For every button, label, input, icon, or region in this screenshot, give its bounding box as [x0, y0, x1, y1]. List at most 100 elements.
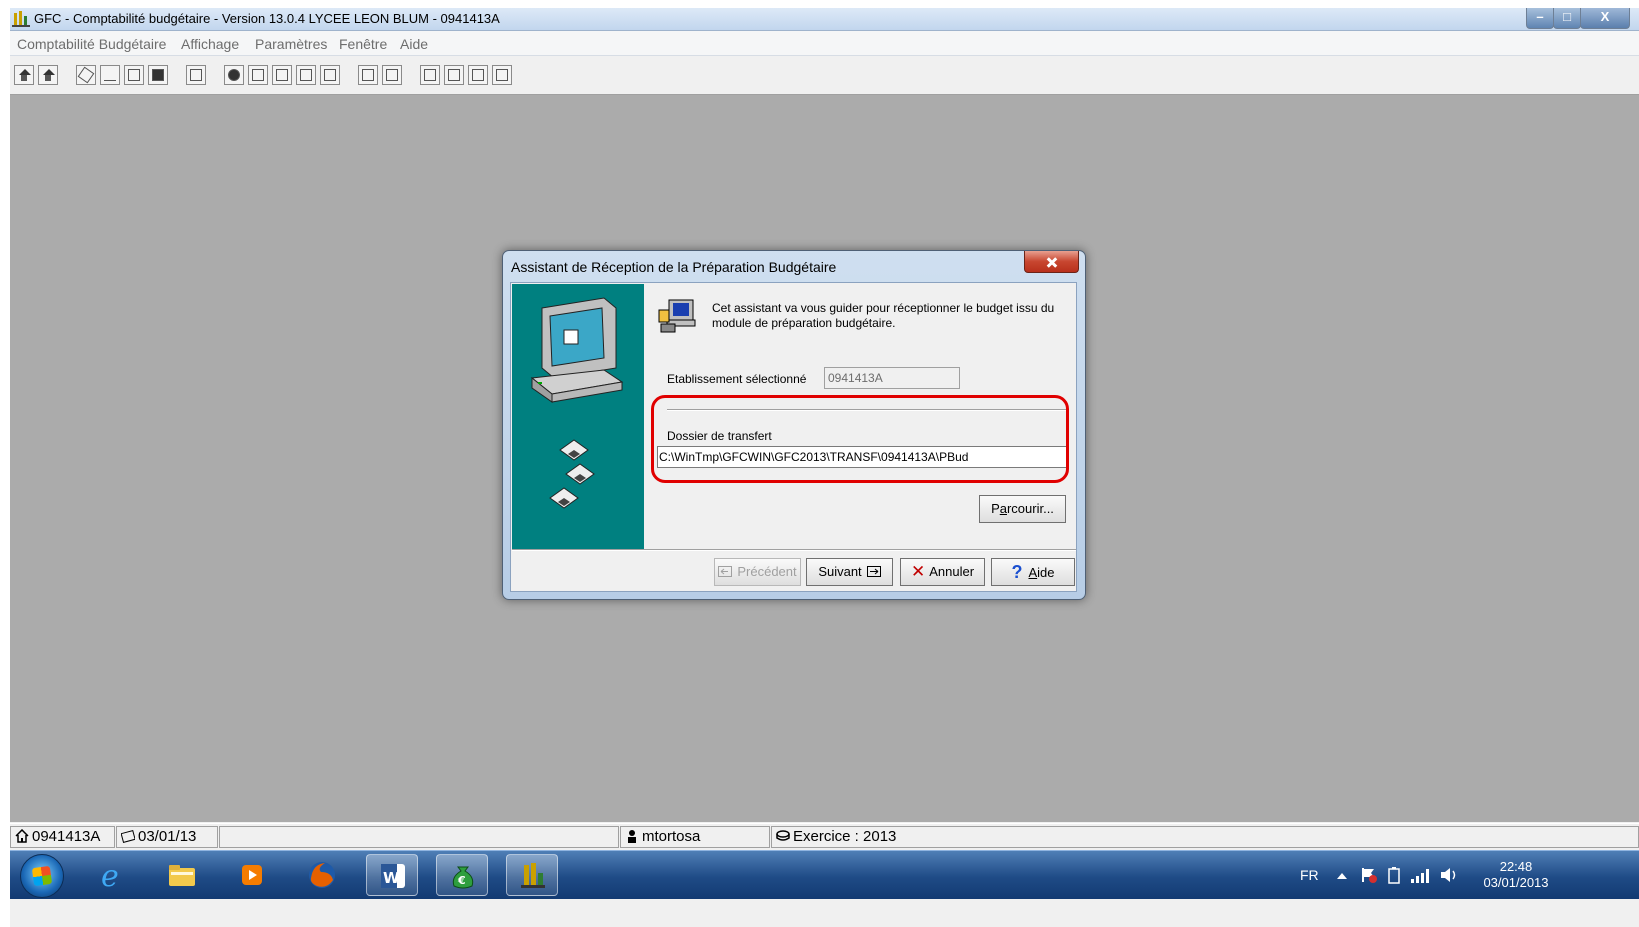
blank-icon[interactable]: [100, 65, 120, 85]
grid-icon-1[interactable]: [420, 65, 440, 85]
show-hidden-icons-icon[interactable]: [1337, 871, 1347, 879]
taskbar-finance[interactable]: €: [436, 854, 488, 896]
dialog-body: Cet assistant va vous guider pour récept…: [510, 282, 1077, 592]
menu-comptabilite[interactable]: Comptabilité Budgétaire: [17, 36, 166, 52]
status-exercice: Exercice : 2013: [771, 826, 1639, 848]
taskbar-gfc[interactable]: [506, 854, 558, 896]
word-icon: W: [381, 864, 405, 888]
form-icon-1[interactable]: [272, 65, 292, 85]
window-title: GFC - Comptabilité budgétaire - Version …: [34, 11, 500, 26]
taskbar-media[interactable]: [226, 854, 278, 896]
taskbar-ie[interactable]: e: [86, 854, 138, 896]
action-center-flag-icon[interactable]: [1360, 866, 1378, 884]
menu-parametres[interactable]: Paramètres: [255, 36, 327, 52]
suivant-label: Suivant: [818, 564, 862, 579]
taskbar-firefox[interactable]: [296, 854, 348, 896]
clock-date: 03/01/2013: [1483, 875, 1549, 890]
coin-stack-icon: [776, 830, 790, 841]
wizard-side-panel: [512, 284, 644, 549]
doc-icon-2[interactable]: [382, 65, 402, 85]
svg-text:€: €: [457, 874, 466, 887]
form-icon-2[interactable]: [296, 65, 316, 85]
status-empty: [219, 826, 619, 848]
floppy-disks-icon: [549, 439, 595, 509]
parcourir-label-b: a: [999, 501, 1007, 516]
book-icon[interactable]: [148, 65, 168, 85]
language-indicator[interactable]: FR: [1300, 851, 1319, 899]
dialog-title: Assistant de Réception de la Préparation…: [511, 259, 837, 275]
aide-label-a: A: [1028, 565, 1038, 580]
close-button[interactable]: X: [1580, 8, 1630, 29]
user-pen-icon[interactable]: [224, 65, 244, 85]
grid-icon-2[interactable]: [444, 65, 464, 85]
precedent-label: Précédent: [737, 564, 797, 579]
home-icon: [15, 829, 29, 843]
form-icon-3[interactable]: [320, 65, 340, 85]
red-highlight-annotation: [651, 395, 1069, 483]
battery-icon[interactable]: [1388, 866, 1400, 884]
wizard-content: Cet assistant va vous guider pour récept…: [645, 284, 1075, 549]
etablissement-field: 0941413A: [824, 367, 960, 389]
maximize-button[interactable]: □: [1553, 8, 1581, 29]
status-user: mtortosa: [620, 826, 770, 848]
gfc-app-icon: [12, 11, 30, 27]
etablissement-label: Etablissement sélectionné: [667, 372, 807, 386]
user-icon: [628, 830, 636, 843]
help-question-icon: ?: [1011, 562, 1023, 582]
svg-text:W: W: [383, 869, 400, 887]
computer-transfer-icon: [658, 299, 696, 333]
status-etab-value: 0941413A: [32, 828, 101, 845]
card-icon[interactable]: [186, 65, 206, 85]
status-exercice-value: Exercice : 2013: [793, 828, 897, 845]
taskbar-clock[interactable]: 22:48 03/01/2013: [1476, 859, 1556, 891]
home-icon[interactable]: [14, 65, 34, 85]
network-signal-icon[interactable]: [1410, 867, 1432, 883]
volume-icon[interactable]: [1440, 866, 1460, 884]
taskbar-word[interactable]: W: [366, 854, 418, 896]
eraser-icon[interactable]: [76, 65, 96, 85]
prev-arrow-icon: [718, 566, 733, 577]
taskbar-explorer[interactable]: [156, 854, 208, 896]
folder-icon: [169, 865, 195, 886]
truck-icon[interactable]: [248, 65, 268, 85]
status-etab: 0941413A: [10, 826, 115, 848]
page-icon[interactable]: [124, 65, 144, 85]
computer-icon: [530, 297, 624, 403]
status-bar: 0941413A 03/01/13 mtortosa Exercice : 20…: [10, 823, 1639, 850]
toolbar: [10, 56, 1639, 95]
home-edit-icon[interactable]: [38, 65, 58, 85]
dialog-close-button[interactable]: [1024, 251, 1079, 273]
doc-icon-1[interactable]: [358, 65, 378, 85]
grid-icon-4[interactable]: [492, 65, 512, 85]
svg-text:e: e: [101, 860, 119, 890]
precedent-button[interactable]: Précédent: [714, 558, 801, 586]
suivant-button[interactable]: Suivant: [806, 558, 893, 586]
parcourir-button[interactable]: Parcourir...: [979, 495, 1066, 523]
cancel-x-icon: ✕: [910, 562, 926, 581]
menu-affichage[interactable]: Affichage: [181, 36, 239, 52]
clock-time: 22:48: [1499, 859, 1533, 874]
menu-fenetre[interactable]: Fenêtre: [339, 36, 387, 52]
status-user-value: mtortosa: [642, 828, 701, 845]
minimize-button[interactable]: –: [1526, 8, 1554, 29]
firefox-icon: [309, 862, 335, 888]
next-arrow-icon: [866, 566, 881, 577]
parcourir-label-c: rcourir...: [1006, 501, 1054, 516]
start-button[interactable]: [20, 854, 64, 898]
wizard-intro-text: Cet assistant va vous guider pour récept…: [712, 301, 1055, 330]
menu-aide[interactable]: Aide: [400, 36, 428, 52]
dialog-footer-separator: [512, 549, 1076, 551]
annuler-label: Annuler: [929, 564, 975, 579]
windows-taskbar: e W € FR 22:48 03/01/2013: [10, 850, 1639, 899]
money-bag-icon: €: [452, 866, 474, 889]
aide-label-b: ide: [1037, 565, 1055, 580]
aide-button[interactable]: ? Aide: [991, 558, 1075, 586]
status-date: 03/01/13: [116, 826, 218, 848]
grid-icon-3[interactable]: [468, 65, 488, 85]
gfc-app-icon: [521, 863, 545, 888]
parcourir-label-a: P: [991, 501, 1000, 516]
calendar-icon: [121, 829, 135, 843]
annuler-button[interactable]: ✕ Annuler: [900, 558, 985, 586]
internet-explorer-icon: e: [101, 860, 119, 890]
menu-bar: Comptabilité Budgétaire Affichage Paramè…: [10, 31, 1639, 56]
